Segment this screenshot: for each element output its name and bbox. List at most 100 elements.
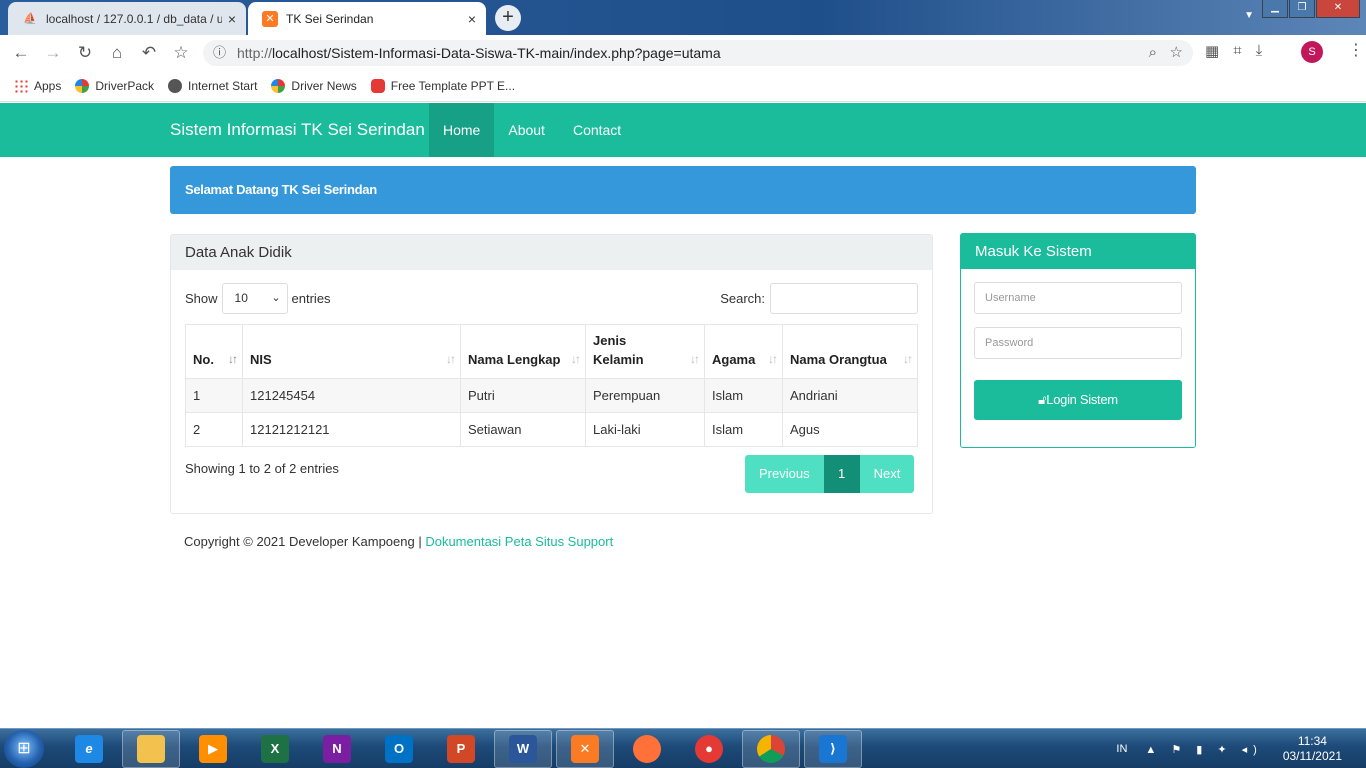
browser-tab-phpmyadmin[interactable]: ⛵ localhost / 127.0.0.1 / db_data / u × [8, 2, 246, 35]
page-1-button[interactable]: 1 [823, 455, 860, 493]
powerpoint-icon[interactable]: P [432, 730, 490, 768]
column-header-nis[interactable]: NIS ↓↑ [242, 324, 461, 379]
cell-nama: Setiawan [460, 412, 586, 447]
password-field[interactable]: Password [974, 327, 1182, 359]
nav-links: Home About Contact [429, 103, 635, 157]
minimize-button[interactable]: ▁ [1262, 0, 1288, 18]
tab-search-icon[interactable]: ▼ [1244, 10, 1254, 21]
column-header-jenis-kelamin[interactable]: Jenis Kelamin ↓↑ [585, 324, 705, 379]
youtube-icon [370, 78, 385, 93]
new-tab-button[interactable]: + [495, 5, 521, 31]
site-navbar: Sistem Informasi TK Sei Serindan Home Ab… [0, 103, 1366, 157]
next-page-button[interactable]: Next [859, 455, 915, 493]
url-text: localhost/Sistem-Informasi-Data-Siswa-TK… [272, 45, 721, 61]
cell-no: 2 [185, 412, 243, 447]
nav-about[interactable]: About [494, 103, 559, 157]
table-header-row: No. ↓↑ NIS ↓↑ Nama Lengkap ↓↑ Jenis Kelamin… [185, 324, 918, 379]
xampp-icon[interactable]: ✕ [556, 730, 614, 768]
browser-toolbar: ← → ↻ ⌂ ↶ ☆ ⓘ http://localhost/Sistem-In… [0, 35, 1366, 70]
windows-taskbar: ⊞ e ▶ X N O P W ✕ ● ⟩ IN ▲ ⚑ ▮ ✦ ◂) 11:3… [0, 728, 1366, 768]
cell-jenis-kelamin: Laki-laki [585, 412, 705, 447]
chrome-icon[interactable] [742, 730, 800, 768]
username-field[interactable]: Username [974, 282, 1182, 314]
app-red-icon[interactable]: ● [680, 730, 738, 768]
url-scheme: http:// [237, 45, 273, 61]
column-header-no[interactable]: No. ↓↑ [185, 324, 243, 379]
ie-icon[interactable]: e [60, 730, 118, 768]
maximize-button[interactable]: ❐ [1289, 0, 1315, 18]
profile-avatar[interactable]: S [1301, 41, 1323, 63]
cell-jenis-kelamin: Perempuan [585, 378, 705, 413]
media-player-icon[interactable]: ▶ [184, 730, 242, 768]
bookmark-internet-start[interactable]: Internet Start [168, 78, 257, 93]
forward-arrow-icon[interactable]: → [42, 42, 64, 64]
tray-icons[interactable]: ▲ ⚑ ▮ ✦ ◂) [1145, 743, 1262, 756]
excel-icon[interactable]: X [246, 730, 304, 768]
crop-icon[interactable]: ⌗ [1233, 42, 1241, 60]
site-brand[interactable]: Sistem Informasi TK Sei Serindan [170, 103, 425, 157]
menu-kebab-icon[interactable]: ⋮ [1348, 40, 1364, 60]
zoom-icon[interactable]: ⌕ [1149, 44, 1157, 61]
language-indicator[interactable]: IN [1116, 743, 1127, 755]
bookmarks-bar: Apps DriverPack Internet Start Driver Ne… [0, 70, 1366, 102]
sort-icon: ↓↑ [571, 352, 581, 366]
close-tab-icon[interactable]: × [468, 11, 476, 27]
star-icon[interactable]: ☆ [1170, 44, 1183, 61]
tab-title: localhost / 127.0.0.1 / db_data / u [46, 11, 222, 26]
undo-icon[interactable]: ↶ [138, 42, 160, 64]
browser-tab-tk[interactable]: ✕ TK Sei Serindan × [248, 2, 486, 35]
bookmark-driver-news[interactable]: Driver News [271, 78, 357, 93]
sort-asc-icon: ↓↑ [228, 352, 238, 366]
onenote-icon[interactable]: N [308, 730, 366, 768]
address-bar[interactable]: ⓘ http://localhost/Sistem-Informasi-Data… [203, 40, 1193, 66]
column-header-agama[interactable]: Agama ↓↑ [704, 324, 783, 379]
cell-agama: Islam [704, 378, 783, 413]
cell-orangtua: Agus [782, 412, 918, 447]
explorer-icon[interactable] [122, 730, 180, 768]
site-info-icon[interactable]: ⓘ [213, 40, 226, 66]
table-search: Search: [720, 283, 918, 314]
nav-contact[interactable]: Contact [559, 103, 635, 157]
data-anak-didik-panel: Data Anak Didik Show 10 ⌄ entries Search… [170, 234, 933, 514]
cell-agama: Islam [704, 412, 783, 447]
cell-nis: 12121212121 [242, 412, 461, 447]
bookmark-star-icon[interactable]: ☆ [170, 42, 192, 64]
copyright-text: Copyright © 2021 Developer Kampoeng | [184, 534, 426, 549]
extensions-icon[interactable]: ▦ [1205, 42, 1219, 60]
login-panel-title: Masuk Ke Sistem [961, 234, 1195, 269]
outlook-icon[interactable]: O [370, 730, 428, 768]
column-header-nama-orangtua[interactable]: Nama Orangtua ↓↑ [782, 324, 918, 379]
reload-icon[interactable]: ↻ [74, 42, 96, 64]
sort-icon: ↓↑ [446, 352, 456, 366]
phpmyadmin-icon: ⛵ [23, 13, 37, 25]
cell-nama: Putri [460, 378, 586, 413]
driverpack-icon [75, 78, 90, 93]
footer-link[interactable]: Dokumentasi Peta Situs Support [425, 534, 613, 549]
search-input[interactable] [770, 283, 918, 314]
entries-select[interactable]: 10 ⌄ [221, 283, 288, 314]
vscode-icon[interactable]: ⟩ [804, 730, 862, 768]
download-icon[interactable]: ⤓ [1256, 42, 1263, 60]
footer: Copyright © 2021 Developer Kampoeng | Do… [184, 534, 613, 549]
bookmark-free-template[interactable]: Free Template PPT E... [370, 78, 515, 93]
word-icon[interactable]: W [494, 730, 552, 768]
table-info: Showing 1 to 2 of 2 entries [185, 461, 339, 476]
close-tab-icon[interactable]: × [228, 11, 236, 27]
apps-grid-icon [14, 78, 28, 93]
nav-home[interactable]: Home [429, 103, 495, 157]
entries-length-control: Show 10 ⌄ entries [185, 283, 331, 314]
clock[interactable]: 11:34 03/11/2021 [1283, 734, 1342, 764]
start-button[interactable]: ⊞ [4, 730, 44, 768]
back-arrow-icon[interactable]: ← [10, 42, 32, 64]
browser-tab-strip: ⛵ localhost / 127.0.0.1 / db_data / u × … [0, 0, 1366, 35]
home-icon[interactable]: ⌂ [106, 42, 128, 64]
login-button[interactable]: 🔓︎Login Sistem [974, 380, 1182, 420]
previous-page-button[interactable]: Previous [745, 455, 824, 493]
login-panel: Masuk Ke Sistem Username Password 🔓︎Logi… [960, 233, 1196, 448]
column-header-nama-lengkap[interactable]: Nama Lengkap ↓↑ [460, 324, 586, 379]
panel-title: Data Anak Didik [171, 235, 932, 270]
bookmark-driverpack[interactable]: DriverPack [75, 78, 154, 93]
firefox-icon[interactable] [618, 730, 676, 768]
bookmark-apps[interactable]: Apps [14, 78, 61, 93]
close-window-button[interactable]: ✕ [1316, 0, 1360, 18]
